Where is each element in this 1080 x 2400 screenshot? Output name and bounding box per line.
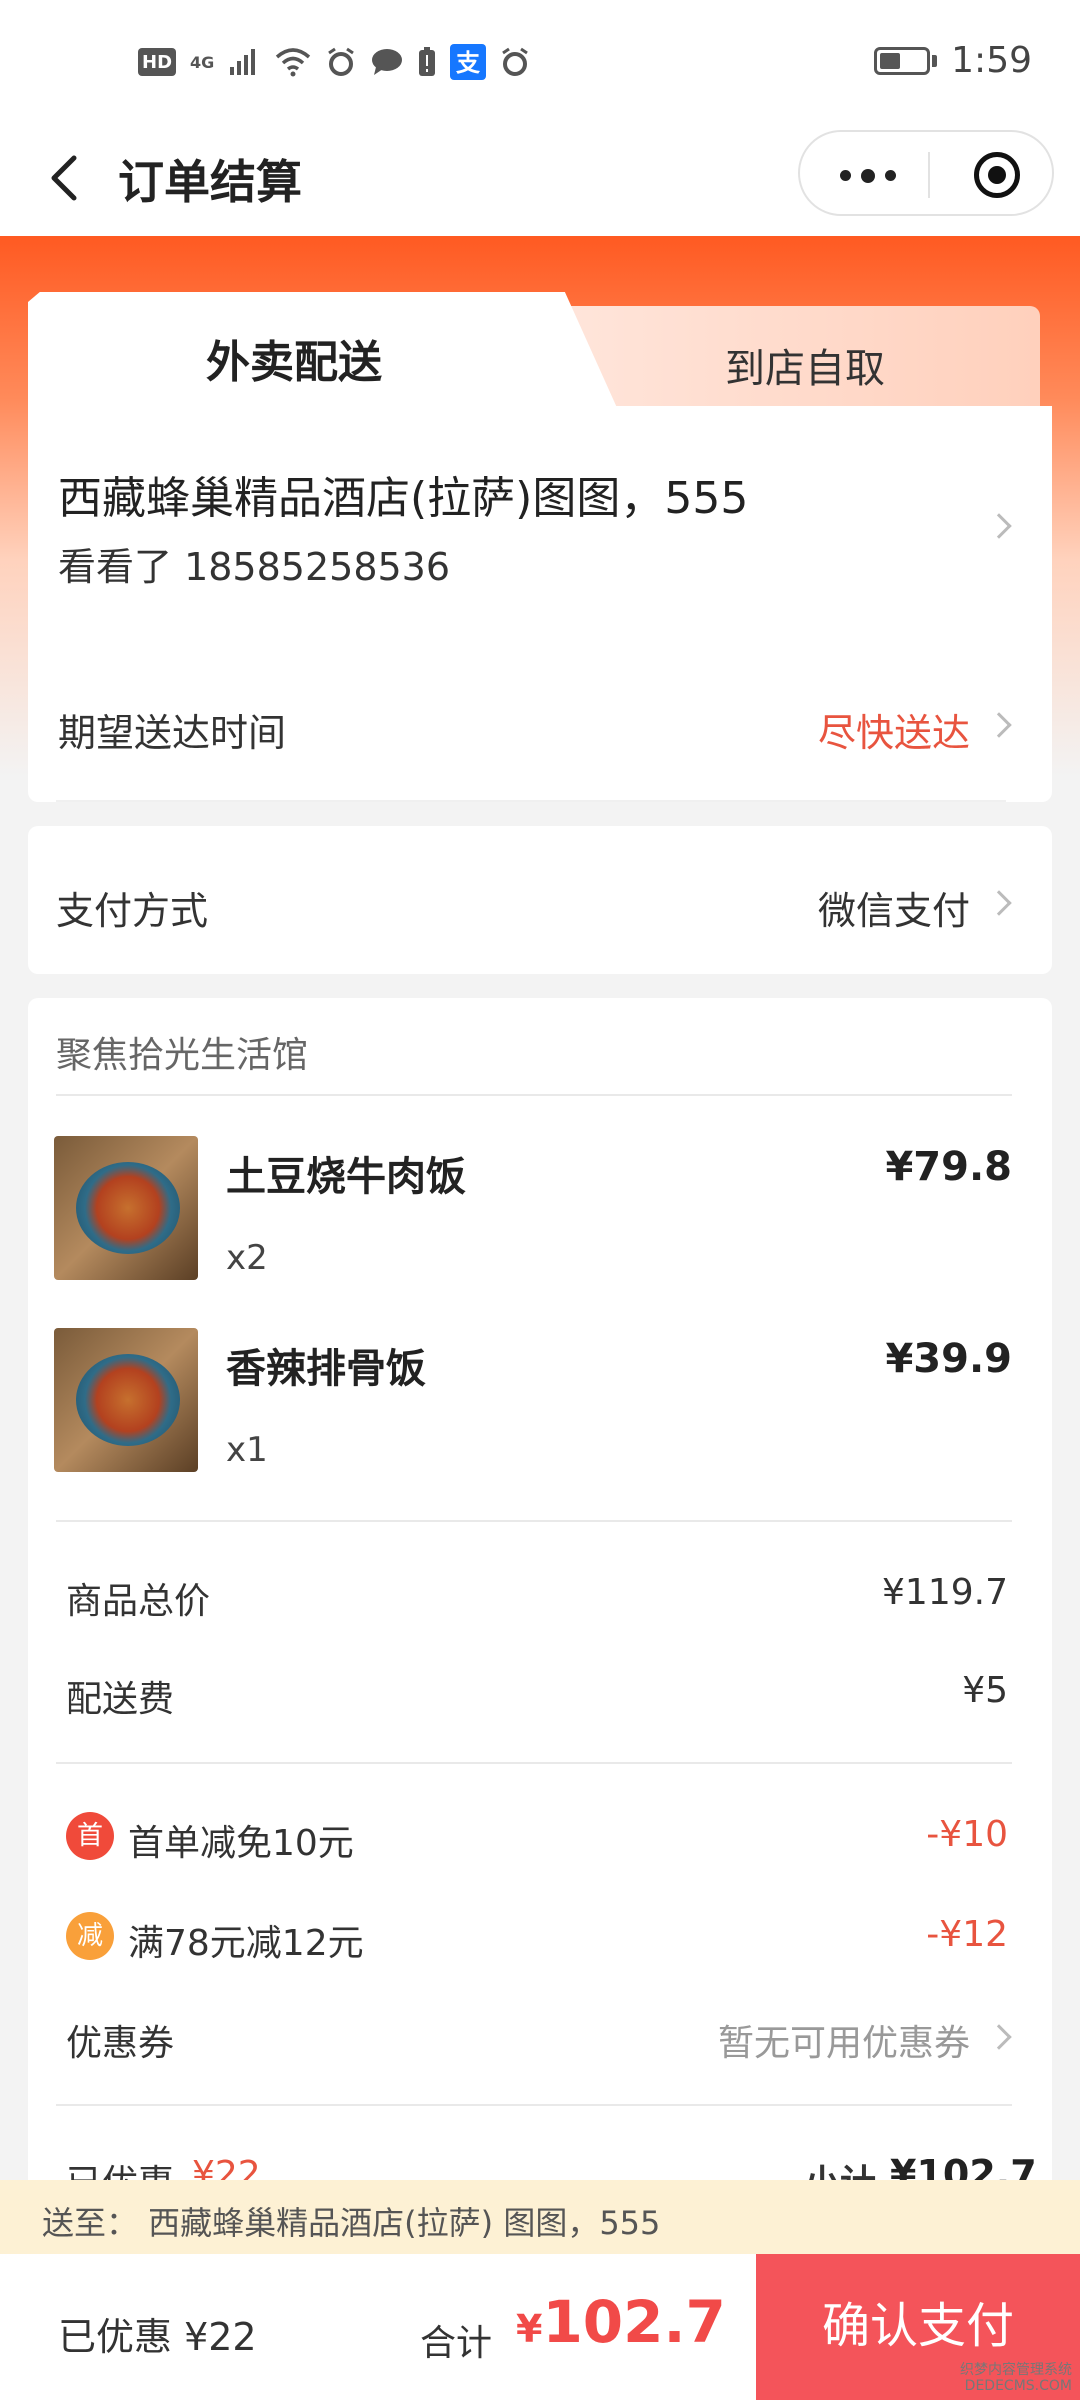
subtotal-value: ¥119.7 (882, 1572, 1008, 1613)
battery-alert-icon (418, 44, 436, 80)
divider (56, 1520, 1012, 1522)
payment-method-label: 支付方式 (56, 889, 209, 933)
first-order-badge: 首 (66, 1812, 114, 1860)
dish-image (54, 1136, 198, 1280)
payment-method-value[interactable]: 微信支付 (818, 880, 970, 935)
signal-icon (228, 44, 260, 80)
delivery-time-value[interactable]: 尽快送达 (818, 702, 970, 757)
wifi-icon (274, 44, 312, 80)
tab-delivery-label[interactable]: 外卖配送 (206, 326, 382, 390)
svg-text:支: 支 (456, 49, 481, 77)
full-reduction-badge: 减 (66, 1912, 114, 1960)
item-price: ¥79.8 (885, 1144, 1012, 1190)
clock: 1:59 (951, 40, 1032, 81)
discount-value: -¥10 (926, 1814, 1008, 1855)
capsule-divider (928, 152, 930, 198)
delivery-fee-label: 配送费 (66, 1679, 175, 1720)
miniprogram-capsule (798, 130, 1054, 216)
item-name: 香辣排骨饭 (226, 1346, 426, 1392)
divider (56, 1762, 1012, 1764)
network-type-icon: 4G (190, 52, 215, 72)
close-miniprogram-icon[interactable] (974, 152, 1020, 198)
discount-label: 满78元减12元 (128, 1923, 364, 1964)
delivery-address-notice-text: 送至： 西藏蜂巢精品酒店(拉萨) 图图，555 (42, 2204, 661, 2242)
tab-pickup-label[interactable]: 到店自取 (725, 336, 885, 394)
total-label: 合计 (420, 2323, 493, 2364)
total-amount: ¥102.7 (516, 2288, 726, 2356)
shop-name: 聚焦拾光生活馆 (56, 1035, 309, 1076)
watermark: 织梦内容管理系统 DEDECMS.COM (960, 2362, 1072, 2394)
alarm-icon (500, 44, 530, 80)
contact-line[interactable]: 看看了 18585258536 (58, 536, 450, 591)
watermark-line: 织梦内容管理系统 (960, 2362, 1072, 2378)
divider (56, 2104, 1012, 2106)
discount-label: 首单减免10元 (128, 1823, 354, 1864)
status-bar: HD 4G 支 1:59 (0, 0, 1080, 120)
delivery-time-label: 期望送达时间 (58, 711, 287, 755)
subtotal-label: 商品总价 (66, 1581, 211, 1622)
coupon-value[interactable]: 暂无可用优惠券 (718, 2014, 970, 2066)
status-right: 1:59 (874, 40, 1032, 81)
item-quantity: x1 (226, 1430, 268, 1470)
discount-value: -¥12 (926, 1914, 1008, 1955)
nav-bar: 订单结算 (0, 120, 1080, 236)
address-line[interactable]: 西藏蜂巢精品酒店(拉萨)图图，555 (58, 462, 748, 526)
divider (56, 1094, 1012, 1096)
alipay-icon: 支 (450, 44, 487, 80)
watermark-line: DEDECMS.COM (964, 2378, 1072, 2394)
back-icon[interactable] (40, 148, 90, 208)
item-quantity: x2 (226, 1238, 268, 1278)
hd-icon: HD (138, 48, 177, 76)
item-price: ¥39.9 (885, 1336, 1012, 1382)
delivery-fee-value: ¥5 (962, 1670, 1008, 1711)
bottom-saved-amount: 已优惠 ¥22 (58, 2315, 257, 2359)
total-value: 102.7 (542, 2288, 726, 2356)
battery-icon (874, 46, 931, 75)
page-title: 订单结算 (118, 155, 302, 209)
more-icon[interactable] (840, 169, 896, 183)
chat-icon (370, 44, 404, 80)
coupon-label: 优惠券 (66, 2023, 175, 2064)
battery-tip (932, 54, 938, 67)
item-name: 土豆烧牛肉饭 (226, 1154, 466, 1200)
dish-image (54, 1328, 198, 1472)
alarm-icon (326, 44, 356, 80)
status-icons: HD 4G 支 (138, 44, 530, 80)
divider (56, 800, 1006, 802)
total-currency: ¥ (516, 2307, 543, 2351)
